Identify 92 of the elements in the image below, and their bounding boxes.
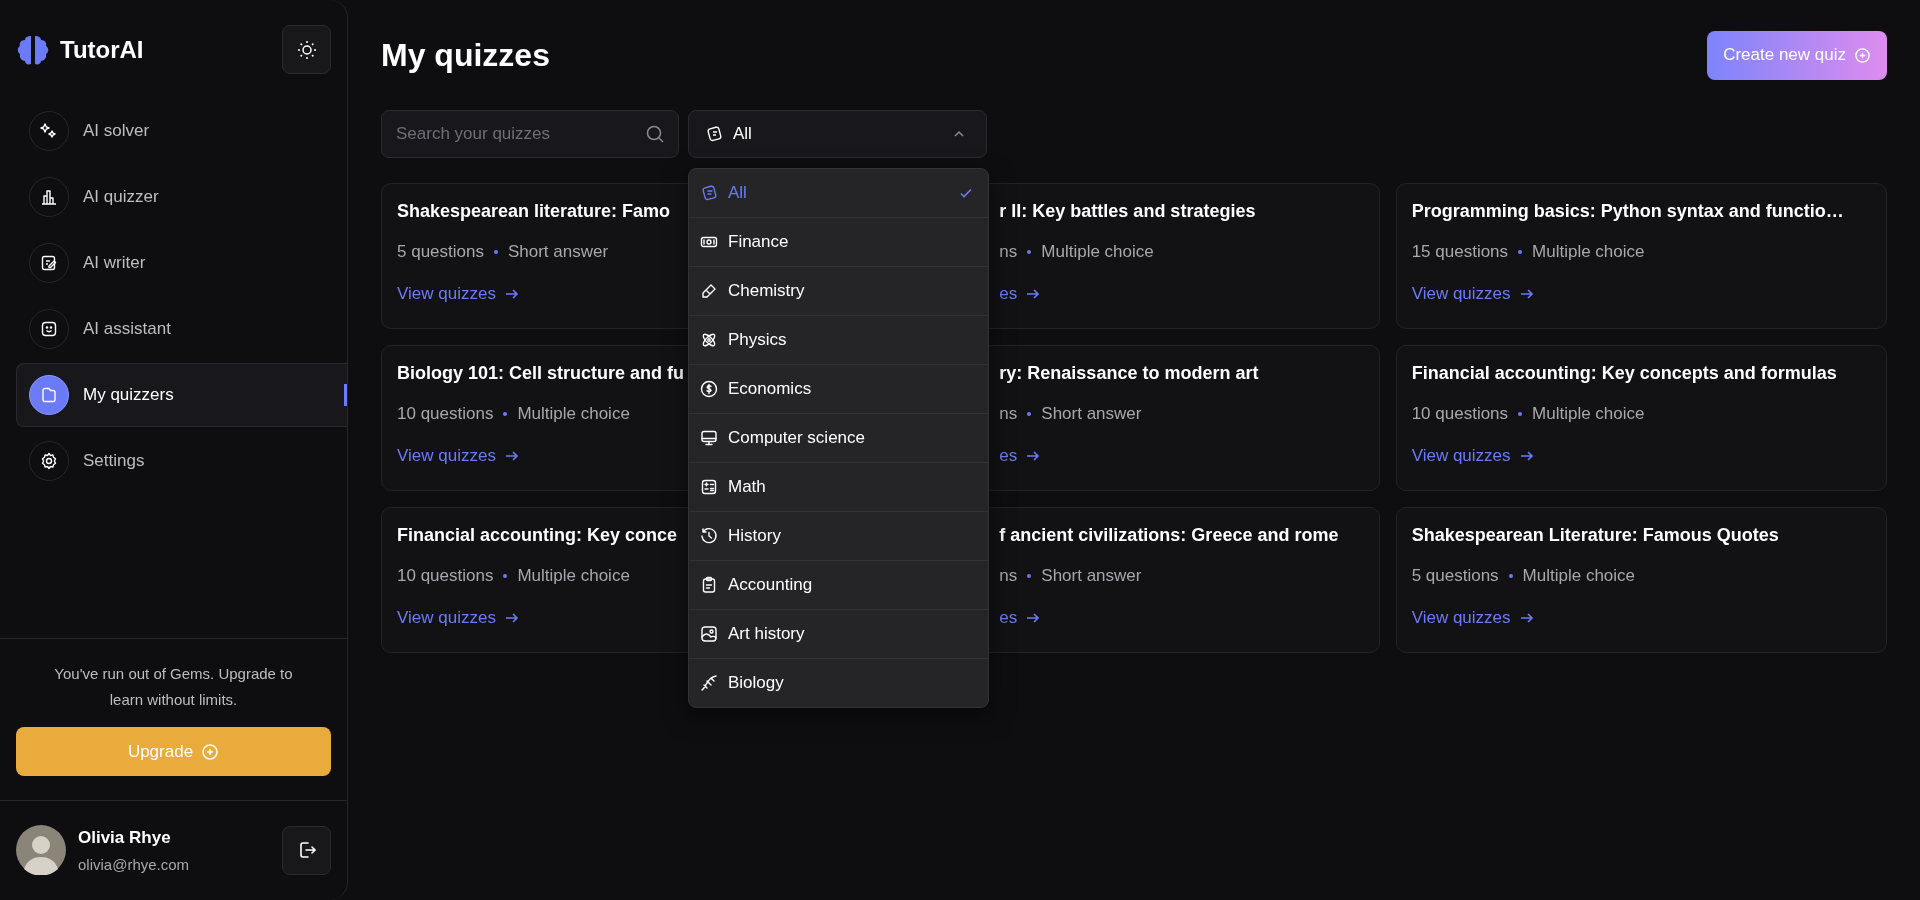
sun-icon xyxy=(296,39,317,60)
separator-dot xyxy=(1518,250,1523,254)
quiz-title: Shakespearean Literature: Famous Quotes xyxy=(1411,525,1779,546)
separator-dot xyxy=(1518,412,1523,416)
atom-icon xyxy=(700,331,718,349)
question-type: Short answer xyxy=(507,242,609,262)
question-type: Multiple choice xyxy=(1522,566,1636,586)
user-name: Olivia Rhye xyxy=(78,827,172,848)
question-count: 15 questions xyxy=(1411,242,1509,262)
separator-dot xyxy=(503,412,508,416)
category-option[interactable]: Accounting xyxy=(689,561,988,610)
category-option[interactable]: Computer science xyxy=(689,414,988,463)
question-type: Multiple choice xyxy=(517,404,630,424)
plus-circle-icon xyxy=(1854,46,1871,64)
view-quizzes-link[interactable]: es xyxy=(999,284,1042,304)
category-option[interactable]: All xyxy=(689,169,988,218)
quiz-title: f ancient civilizations: Greece and rome xyxy=(999,525,1339,546)
edit-icon xyxy=(40,254,58,272)
question-count: ns xyxy=(999,404,1018,424)
question-count: 5 questions xyxy=(397,242,484,262)
quiz-title: r II: Key battles and strategies xyxy=(999,201,1256,222)
question-count: ns xyxy=(999,242,1018,262)
bar-chart-icon xyxy=(40,188,58,206)
logout-button[interactable] xyxy=(282,825,331,875)
category-select[interactable]: All xyxy=(688,110,987,158)
separator-dot xyxy=(1027,574,1032,578)
quiz-title: Biology 101: Cell structure and fu xyxy=(397,363,685,384)
question-count: 5 questions xyxy=(1411,566,1499,586)
category-option[interactable]: Physics xyxy=(689,316,988,365)
view-quizzes-link[interactable]: View quizzes xyxy=(397,608,520,628)
nav-item[interactable]: AI solver xyxy=(16,99,347,163)
category-option[interactable]: Finance xyxy=(689,218,988,267)
cards-icon xyxy=(705,125,723,143)
cards-icon xyxy=(700,184,718,202)
calculator-icon xyxy=(700,478,718,496)
category-option[interactable]: Art history xyxy=(689,610,988,659)
theme-toggle-button[interactable] xyxy=(282,25,331,74)
separator-dot xyxy=(493,250,498,254)
nav-item[interactable]: AI assistant xyxy=(16,297,347,361)
category-option[interactable]: Biology xyxy=(689,659,988,707)
search-icon xyxy=(645,124,665,144)
history-icon xyxy=(700,527,718,545)
settings-icon xyxy=(40,452,58,470)
view-quizzes-link[interactable]: View quizzes xyxy=(397,446,520,466)
dollar-icon xyxy=(700,380,718,398)
category-option[interactable]: History xyxy=(689,512,988,561)
nav-item[interactable]: AI writer xyxy=(16,231,347,295)
question-type: Short answer xyxy=(1041,404,1142,424)
view-quizzes-link[interactable]: es xyxy=(999,608,1042,628)
image-icon xyxy=(700,625,718,643)
question-count: 10 questions xyxy=(397,566,494,586)
question-type: Multiple choice xyxy=(1532,404,1645,424)
plus-circle-icon xyxy=(201,742,220,761)
sparkle-icon xyxy=(40,122,58,140)
search-field[interactable]: Search your quizzes xyxy=(381,110,679,158)
view-quizzes-link[interactable]: es xyxy=(999,446,1042,466)
nav-item[interactable]: AI quizzer xyxy=(16,165,347,229)
question-count: 10 questions xyxy=(1411,404,1509,424)
question-type: Multiple choice xyxy=(1041,242,1154,262)
nav-item[interactable]: My quizzers xyxy=(16,363,347,427)
monitor-icon xyxy=(700,429,718,447)
question-type: Multiple choice xyxy=(517,566,630,586)
nav-item[interactable]: Settings xyxy=(16,429,347,493)
question-count: 10 questions xyxy=(397,404,494,424)
quiz-title: Shakespearean literature: Famo xyxy=(397,201,671,222)
question-type: Short answer xyxy=(1041,566,1142,586)
category-option[interactable]: Economics xyxy=(689,365,988,414)
question-type: Multiple choice xyxy=(1532,242,1645,262)
separator-dot xyxy=(503,574,508,578)
view-quizzes-link[interactable]: View quizzes xyxy=(1411,608,1535,628)
page-title: My quizzes xyxy=(381,36,550,74)
view-quizzes-link[interactable]: View quizzes xyxy=(1411,446,1535,466)
category-option[interactable]: Math xyxy=(689,463,988,512)
smiley-icon xyxy=(40,320,58,338)
view-quizzes-link[interactable]: View quizzes xyxy=(1411,284,1535,304)
brand-name: TutorAI xyxy=(60,35,144,64)
category-option[interactable]: Chemistry xyxy=(689,267,988,316)
separator-dot xyxy=(1508,574,1513,578)
quiz-title: Programming basics: Python syntax and functio… xyxy=(1411,201,1844,222)
separator-dot xyxy=(1027,250,1032,254)
view-quizzes-link[interactable]: View quizzes xyxy=(397,284,520,304)
pipette-icon xyxy=(700,282,718,300)
question-count: ns xyxy=(999,566,1018,586)
quiz-title: ry: Renaissance to modern art xyxy=(999,363,1259,384)
clipboard-icon xyxy=(700,576,718,594)
upgrade-message: You've run out of Gems. Upgrade to learn without limits. xyxy=(53,664,294,710)
quiz-title: Financial accounting: Key concepts and formulas xyxy=(1411,363,1837,384)
folder-icon xyxy=(40,386,58,404)
avatar-silhouette xyxy=(16,825,66,875)
quiz-title: Financial accounting: Key conce xyxy=(397,525,678,546)
separator-dot xyxy=(1027,412,1032,416)
user-email: olivia@rhye.com xyxy=(78,855,191,873)
